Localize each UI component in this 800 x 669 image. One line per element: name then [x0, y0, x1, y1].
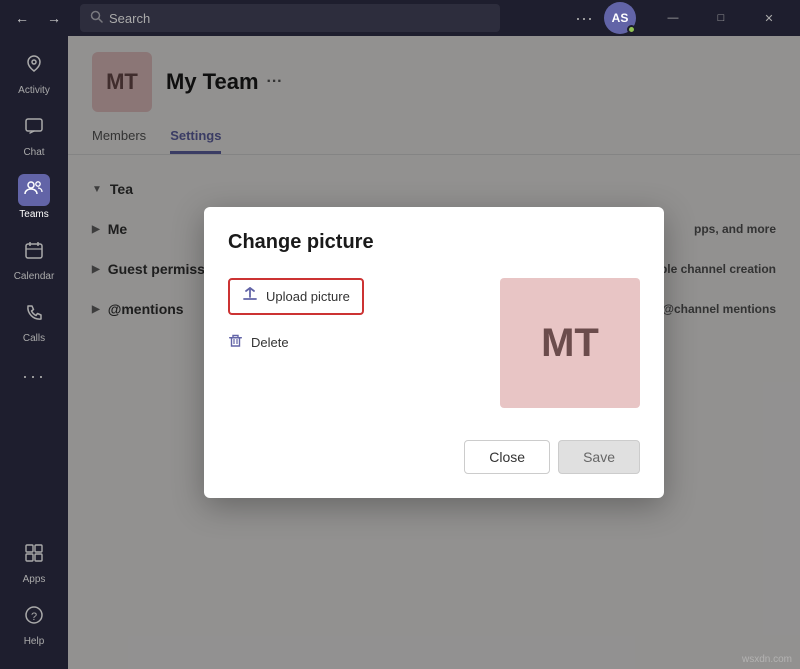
trash-icon [228, 333, 243, 352]
teams-icon-wrap [18, 174, 50, 206]
teams-label: Teams [19, 209, 48, 220]
content-area: MT My Team ··· Members Settings ▼ Tea [68, 36, 800, 669]
calls-label: Calls [23, 333, 45, 344]
modal-actions: Upload picture [228, 278, 364, 408]
modal-footer: Close Save [228, 440, 640, 474]
more-icon-wrap: ··· [18, 360, 50, 392]
activity-icon-wrap [18, 50, 50, 82]
watermark: wsxdn.com [742, 654, 792, 665]
modal-overlay: Change picture Upload picture [68, 36, 800, 669]
apps-label: Apps [23, 574, 46, 585]
search-icon [90, 10, 103, 26]
change-picture-modal: Change picture Upload picture [204, 207, 664, 498]
chat-icon [24, 116, 44, 141]
window-controls: — □ ✕ [650, 3, 792, 33]
calls-icon-wrap [18, 298, 50, 330]
chat-label: Chat [23, 147, 44, 158]
sidebar-item-calendar[interactable]: Calendar [8, 230, 60, 288]
close-button-modal[interactable]: Close [464, 440, 550, 474]
calendar-icon [24, 240, 44, 265]
svg-text:?: ? [31, 611, 37, 623]
upload-label: Upload picture [266, 289, 350, 304]
help-icon-wrap: ? [18, 601, 50, 633]
nav-buttons: ← → [8, 4, 68, 32]
app-layout: Activity Chat [0, 36, 800, 669]
chat-icon-wrap [18, 112, 50, 144]
delete-picture-button[interactable]: Delete [228, 327, 364, 358]
minimize-button[interactable]: — [650, 3, 696, 33]
activity-label: Activity [18, 85, 50, 96]
help-label: Help [24, 636, 45, 647]
apps-icon [24, 543, 44, 568]
upload-icon [242, 286, 258, 307]
sidebar-item-more[interactable]: ··· [8, 354, 60, 398]
titlebar: ← → Search ··· AS — □ ✕ [0, 0, 800, 36]
preview-text: MT [541, 321, 599, 366]
activity-icon [24, 54, 44, 79]
sidebar: Activity Chat [0, 36, 68, 669]
sidebar-item-chat[interactable]: Chat [8, 106, 60, 164]
save-button-modal[interactable]: Save [558, 440, 640, 474]
calendar-icon-wrap [18, 236, 50, 268]
sidebar-item-teams[interactable]: Teams [8, 168, 60, 226]
user-avatar[interactable]: AS [604, 2, 636, 34]
sidebar-item-apps[interactable]: Apps [8, 533, 60, 591]
calls-icon [24, 302, 44, 327]
sidebar-bottom: Apps ? Help [8, 533, 60, 661]
delete-label: Delete [251, 335, 289, 350]
search-bar[interactable]: Search [80, 4, 500, 32]
modal-preview: MT [500, 278, 640, 408]
maximize-button[interactable]: □ [698, 3, 744, 33]
modal-title: Change picture [228, 231, 640, 254]
back-button[interactable]: ← [8, 4, 36, 32]
calendar-label: Calendar [14, 271, 55, 282]
close-button[interactable]: ✕ [746, 3, 792, 33]
sidebar-item-activity[interactable]: Activity [8, 44, 60, 102]
sidebar-item-help[interactable]: ? Help [8, 595, 60, 653]
forward-button[interactable]: → [40, 4, 68, 32]
upload-picture-button[interactable]: Upload picture [228, 278, 364, 315]
more-icon: ··· [22, 366, 46, 387]
teams-icon [24, 178, 44, 203]
more-options-button[interactable]: ··· [570, 4, 598, 32]
online-status [627, 25, 636, 34]
search-placeholder: Search [109, 11, 150, 26]
apps-icon-wrap [18, 539, 50, 571]
help-icon: ? [24, 605, 44, 630]
titlebar-right: ··· AS — □ ✕ [570, 2, 792, 34]
sidebar-item-calls[interactable]: Calls [8, 292, 60, 350]
avatar-initials: AS [612, 11, 629, 25]
modal-body: Upload picture [228, 278, 640, 408]
